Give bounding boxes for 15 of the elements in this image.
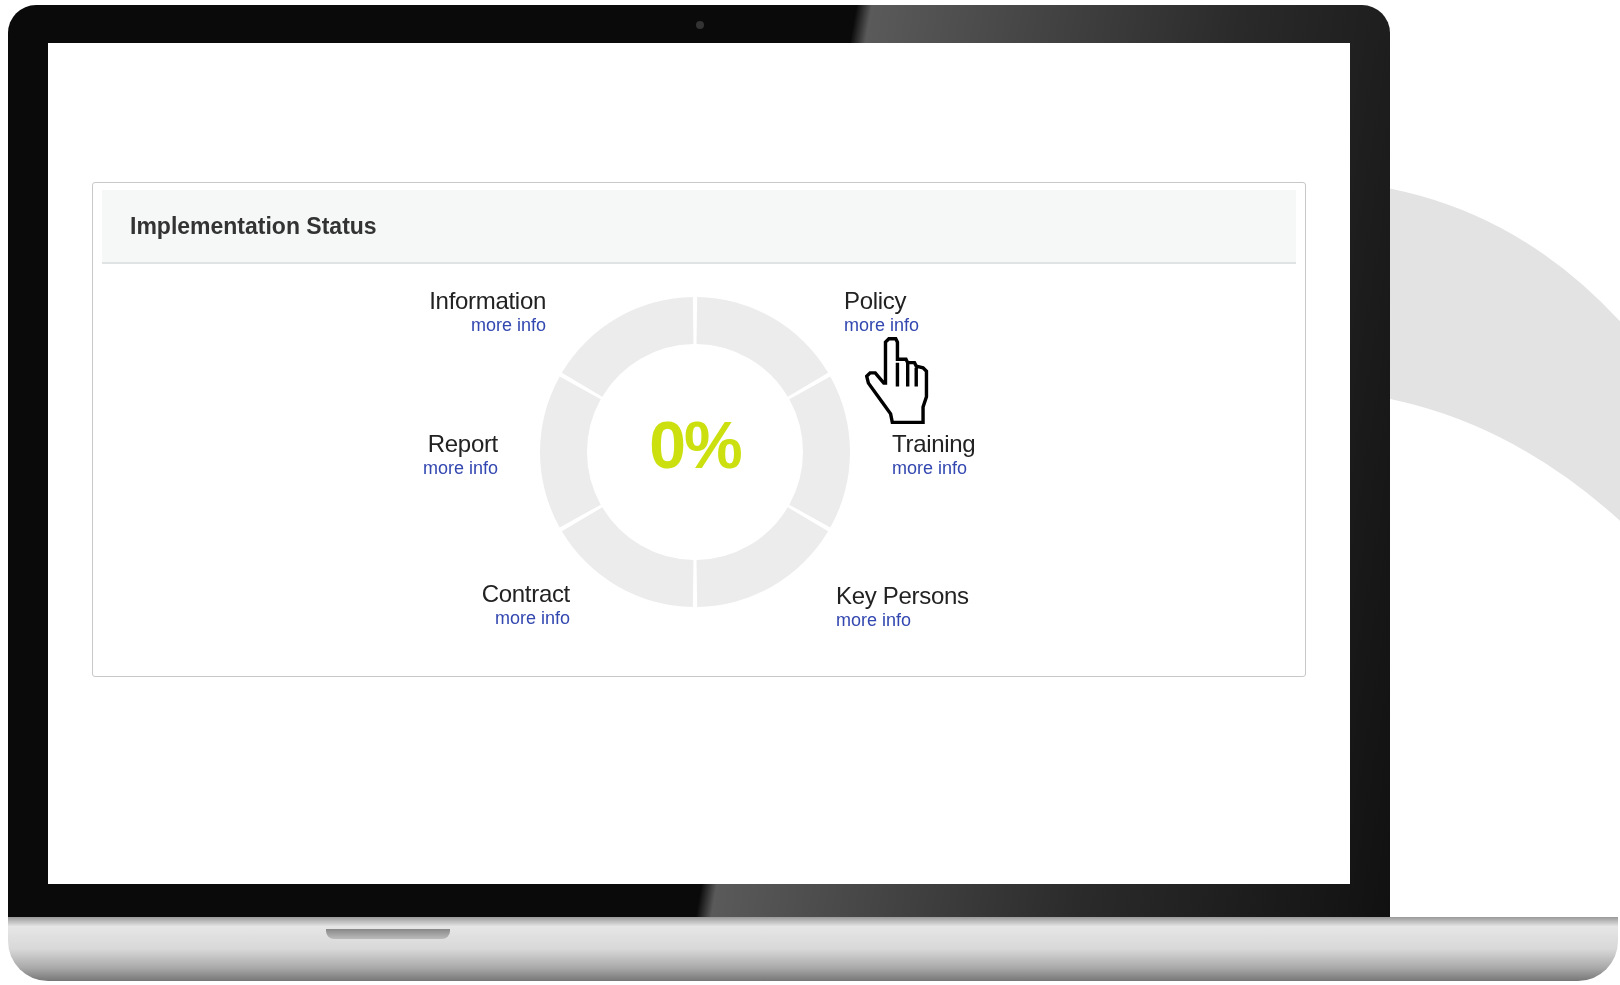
area-label: Policy — [844, 287, 907, 315]
more-info-link[interactable]: more info — [836, 610, 912, 630]
area-label: Information — [429, 287, 546, 315]
area-label: Training — [892, 430, 976, 458]
percentage-value: 0% — [648, 412, 742, 478]
area-label: Key Persons — [836, 582, 969, 610]
card-title: Implementation Status — [130, 212, 377, 240]
camera-icon — [696, 21, 704, 29]
more-info-link[interactable]: more info — [470, 315, 546, 335]
more-info-link[interactable]: more info — [494, 608, 570, 628]
area-label: Report — [427, 430, 498, 458]
more-info-link[interactable]: more info — [892, 458, 968, 478]
more-info-link[interactable]: more info — [422, 458, 498, 478]
area-label: Contract — [481, 580, 570, 608]
more-info-link[interactable]: more info — [844, 315, 920, 335]
